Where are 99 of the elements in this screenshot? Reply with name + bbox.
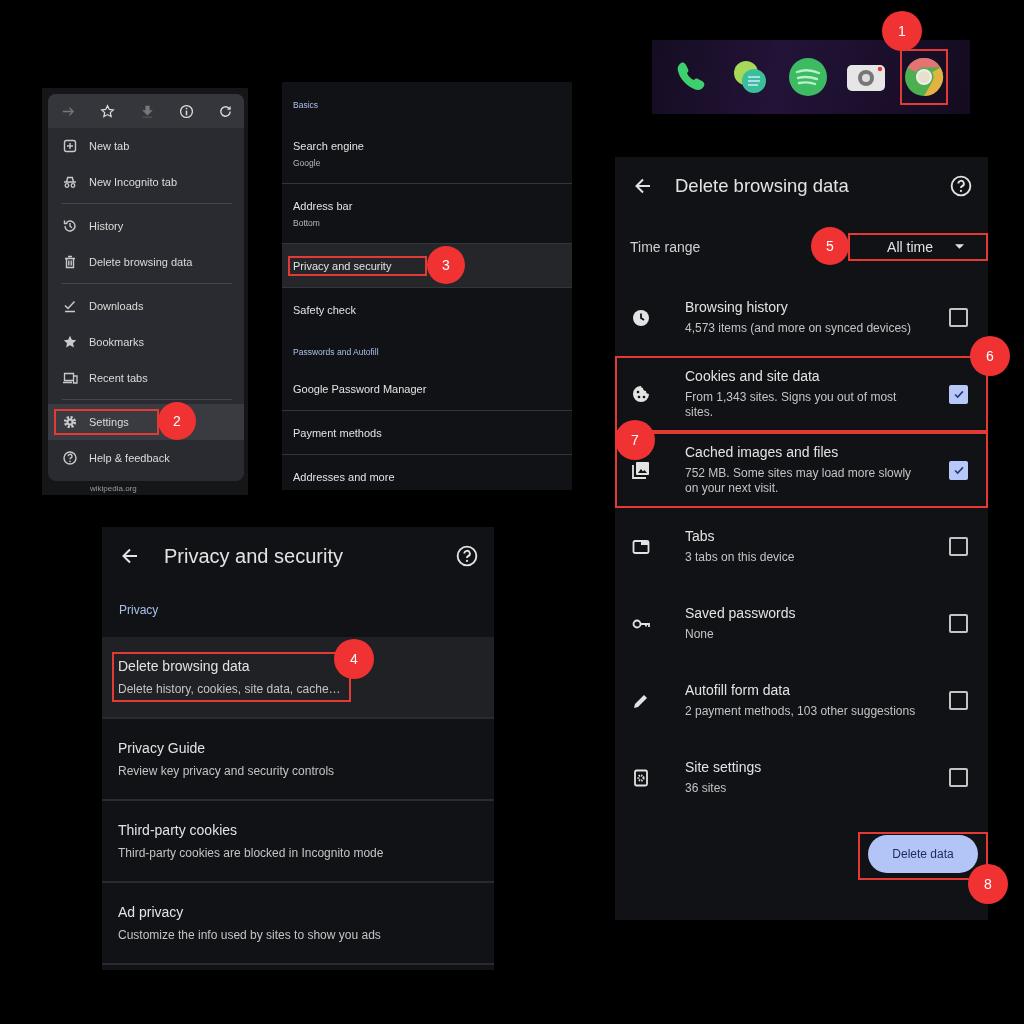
item-title: Payment methods xyxy=(293,426,382,439)
help-icon xyxy=(62,450,78,466)
back-arrow-icon[interactable] xyxy=(633,176,653,196)
star-outline-icon[interactable] xyxy=(100,103,116,119)
section-heading: Passwords and Autofill xyxy=(292,346,380,359)
page-title: Privacy and security xyxy=(164,544,343,568)
delete-data-button[interactable]: Delete data xyxy=(868,835,978,873)
info-icon[interactable] xyxy=(178,103,194,119)
item-title: Site settings xyxy=(685,759,763,775)
section-heading: Privacy xyxy=(118,602,160,619)
menu-item[interactable]: New tab xyxy=(48,128,244,164)
settings-item[interactable]: Address bar Bottom xyxy=(282,184,572,243)
checkbox[interactable] xyxy=(949,614,968,633)
item-title: Privacy and security xyxy=(293,259,392,272)
time-range-dropdown[interactable]: All time xyxy=(848,233,988,261)
trash-icon xyxy=(62,254,78,270)
page-title: Delete browsing data xyxy=(675,175,849,197)
settings-item[interactable]: Third-party cookies Third-party cookies are blocked in Incognito mode xyxy=(102,801,494,883)
checkbox[interactable] xyxy=(949,384,968,404)
settings-item[interactable]: Delete browsing data Delete history, cookies, site data, cache… 4 xyxy=(102,637,494,719)
settings-icon xyxy=(62,414,78,430)
images-icon xyxy=(631,460,651,480)
settings-item[interactable]: Ad privacy Customize the info used by sites to show you ads xyxy=(102,883,494,965)
item-title: Third-party cookies xyxy=(118,822,239,838)
clock-icon xyxy=(631,307,651,328)
step-badge: 7 xyxy=(615,420,655,460)
item-subtitle: Customize the info used by sites to show you ads xyxy=(118,928,381,942)
checkbox[interactable] xyxy=(949,537,968,556)
item-subtitle: Delete history, cookies, site data, cache… xyxy=(118,682,341,696)
step-badge: 4 xyxy=(334,639,374,679)
download-icon[interactable] xyxy=(139,103,155,119)
checkbox[interactable] xyxy=(949,768,968,787)
settings-item[interactable]: Privacy and security 3 xyxy=(282,244,572,287)
menu-item[interactable]: Settings 2 xyxy=(48,404,244,440)
item-title: Addresses and more xyxy=(293,470,395,483)
step-badge: 5 xyxy=(811,227,849,265)
time-range-label: Time range xyxy=(630,239,701,255)
item-subtitle: None xyxy=(685,627,715,642)
site-settings-icon xyxy=(631,767,651,788)
menu-item[interactable]: History xyxy=(48,208,244,244)
settings-item[interactable]: Payment methods xyxy=(282,411,572,454)
menu-item[interactable]: Delete browsing data xyxy=(48,244,244,280)
item-subtitle: 4,573 items (and more on synced devices) xyxy=(685,321,913,336)
music-app-icon[interactable] xyxy=(788,57,828,97)
item-title: Address bar xyxy=(293,199,353,212)
item-title: Saved passwords xyxy=(685,605,797,621)
item-title: Tabs xyxy=(685,528,716,544)
item-subtitle: Third-party cookies are blocked in Incognito mode xyxy=(118,846,384,860)
item-title: Cached images and files xyxy=(685,444,840,460)
checkbox[interactable] xyxy=(949,308,968,327)
step-badge: 3 xyxy=(427,246,465,284)
item-title: Privacy Guide xyxy=(118,740,207,756)
menu-item[interactable]: New Incognito tab xyxy=(48,164,244,200)
plus-square-icon xyxy=(62,138,78,154)
step-badge: 1 xyxy=(882,11,922,51)
item-subtitle: 36 sites xyxy=(685,781,728,796)
settings-item[interactable]: Safety check xyxy=(282,288,572,331)
step-badge: 2 xyxy=(158,402,196,440)
caret-icon xyxy=(955,244,964,250)
item-subtitle: 3 tabs on this device xyxy=(685,550,796,565)
settings-item[interactable]: Google Password Manager xyxy=(282,367,572,410)
item-subtitle: From 1,343 sites. Signs you out of most sites. xyxy=(685,390,898,420)
browser-icon[interactable] xyxy=(904,57,944,97)
menu-item[interactable]: Help & feedback xyxy=(48,440,244,476)
star-icon xyxy=(62,334,78,350)
settings-item[interactable]: Search engine Google xyxy=(282,124,572,183)
settings-item[interactable]: Privacy Guide Review key privacy and security controls xyxy=(102,719,494,801)
item-title: Cookies and site data xyxy=(685,368,821,384)
back-arrow-icon[interactable] xyxy=(120,546,140,566)
incognito-icon xyxy=(62,174,78,190)
item-subtitle: Bottom xyxy=(293,217,321,228)
refresh-icon[interactable] xyxy=(218,103,233,119)
download-done-icon xyxy=(62,298,78,314)
menu-item[interactable]: Recent tabs xyxy=(48,360,244,396)
devices-icon xyxy=(62,370,78,386)
item-subtitle: Google xyxy=(293,157,322,168)
settings-item[interactable]: Addresses and more xyxy=(282,455,572,490)
step-badge: 8 xyxy=(968,864,1008,904)
item-title: Search engine xyxy=(293,139,364,152)
item-title: Autofill form data xyxy=(685,682,792,698)
checkbox[interactable] xyxy=(949,460,968,480)
help-icon[interactable] xyxy=(950,175,972,197)
item-title: Browsing history xyxy=(685,299,789,315)
history-icon xyxy=(62,218,78,234)
menu-item[interactable]: Downloads xyxy=(48,288,244,324)
item-title: Google Password Manager xyxy=(293,382,427,395)
item-subtitle: 2 payment methods, 103 other suggestions xyxy=(685,704,917,719)
help-icon[interactable] xyxy=(456,545,478,567)
menu-item[interactable]: Bookmarks xyxy=(48,324,244,360)
section-heading: Basics xyxy=(292,99,320,112)
step-badge: 6 xyxy=(970,336,1010,376)
item-title: Safety check xyxy=(293,303,356,316)
cookie-icon xyxy=(631,384,651,404)
item-subtitle: Review key privacy and security controls xyxy=(118,764,335,778)
item-subtitle: 752 MB. Some sites may load more slowly on your next visit. xyxy=(685,466,913,496)
site-url: wikipedia.org xyxy=(90,483,137,494)
item-title: Delete browsing data xyxy=(118,658,251,674)
item-title: Ad privacy xyxy=(118,904,185,920)
checkbox[interactable] xyxy=(949,691,968,710)
